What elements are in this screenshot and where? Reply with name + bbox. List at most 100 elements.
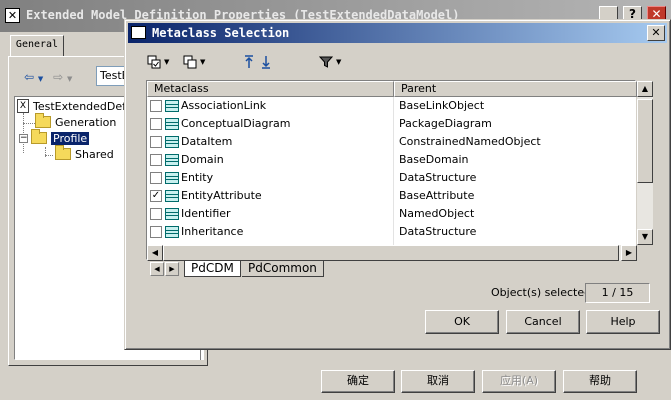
move-to-top-icon bbox=[245, 55, 253, 68]
list-item[interactable]: Identifier NamedObject bbox=[147, 205, 637, 223]
window-app-icon: ✕ bbox=[5, 8, 20, 23]
row-checkbox[interactable] bbox=[150, 136, 162, 148]
list-item[interactable]: Domain BaseDomain bbox=[147, 151, 637, 169]
parent-name: NamedObject bbox=[399, 207, 475, 220]
help-button-cn[interactable]: 帮助 bbox=[563, 370, 637, 393]
tree-item-profile[interactable]: − Profile bbox=[19, 129, 90, 146]
horizontal-scrollbar[interactable]: ◀ ▶ bbox=[147, 245, 637, 261]
parent-name: ConstrainedNamedObject bbox=[399, 135, 541, 148]
metaclass-icon bbox=[165, 154, 179, 166]
tree-item-shared[interactable]: Shared bbox=[55, 145, 114, 162]
tree-item-generation[interactable]: Generation bbox=[35, 113, 116, 130]
parent-name: BaseDomain bbox=[399, 153, 469, 166]
tab-prev-icon[interactable]: ◀ bbox=[150, 262, 164, 276]
tab-pdcdm[interactable]: PdCDM bbox=[184, 261, 241, 277]
row-checkbox[interactable] bbox=[150, 154, 162, 166]
move-bottom-tool[interactable] bbox=[260, 53, 272, 71]
forward-arrow-icon[interactable]: ⇨ bbox=[53, 70, 63, 84]
tree-item-root[interactable]: X TestExtendedDefi bbox=[17, 98, 129, 114]
metaclass-name: Domain bbox=[181, 153, 224, 166]
metaclass-name: ConceptualDiagram bbox=[181, 117, 291, 130]
tab-general[interactable]: General bbox=[10, 35, 64, 57]
scroll-up-icon[interactable]: ▲ bbox=[637, 81, 653, 97]
collapse-icon[interactable]: − bbox=[19, 133, 28, 143]
scroll-left-icon[interactable]: ◀ bbox=[147, 245, 163, 261]
move-to-bottom-icon bbox=[262, 56, 270, 69]
cancel-button-cn[interactable]: 取消 bbox=[401, 370, 475, 393]
metaclass-icon bbox=[165, 172, 179, 184]
folder-icon bbox=[35, 113, 51, 128]
list-item[interactable]: Entity DataStructure bbox=[147, 169, 637, 187]
dropdown-arrow-icon[interactable]: ▼ bbox=[200, 58, 205, 66]
back-arrow-icon[interactable]: ⇦ bbox=[24, 70, 34, 84]
list-item[interactable]: AssociationLink BaseLinkObject bbox=[147, 97, 637, 115]
folder-open-icon bbox=[31, 129, 47, 144]
back-dropdown-icon[interactable]: ▼ bbox=[38, 75, 43, 83]
dropdown-arrow-icon[interactable]: ▼ bbox=[164, 58, 169, 66]
filter-tool[interactable]: ▼ bbox=[319, 53, 341, 71]
metaclass-icon bbox=[165, 226, 179, 238]
model-icon: X bbox=[17, 99, 29, 113]
forward-dropdown-icon[interactable]: ▼ bbox=[67, 75, 72, 83]
metaclass-name: EntityAttribute bbox=[181, 189, 262, 202]
metaclass-name: Entity bbox=[181, 171, 214, 184]
folder-icon bbox=[55, 145, 71, 160]
filter-icon bbox=[319, 56, 333, 68]
scroll-down-icon[interactable]: ▼ bbox=[637, 229, 653, 245]
parent-name: DataStructure bbox=[399, 225, 477, 238]
h-scroll-thumb[interactable] bbox=[163, 245, 619, 261]
scroll-right-icon[interactable]: ▶ bbox=[621, 245, 637, 261]
cancel-button[interactable]: Cancel bbox=[506, 310, 580, 334]
help-button[interactable]: Help bbox=[586, 310, 660, 334]
deselect-all-tool[interactable]: ▼ bbox=[183, 53, 205, 71]
library-tabs: ◀ ▶ PdCDM PdCommon bbox=[146, 261, 636, 279]
metaclass-name: AssociationLink bbox=[181, 99, 267, 112]
deselect-all-icon bbox=[183, 55, 197, 69]
metaclass-icon bbox=[165, 208, 179, 220]
tab-pdcommon[interactable]: PdCommon bbox=[242, 261, 324, 277]
row-checkbox[interactable] bbox=[150, 118, 162, 130]
list-item[interactable]: ConceptualDiagram PackageDiagram bbox=[147, 115, 637, 133]
apply-button-cn[interactable]: 应用(A) bbox=[482, 370, 556, 393]
content-divider bbox=[200, 350, 202, 360]
select-all-icon bbox=[147, 55, 161, 69]
dialog-close-button[interactable]: ✕ bbox=[647, 25, 665, 41]
list-item[interactable]: Inheritance DataStructure bbox=[147, 223, 637, 241]
parent-name: PackageDiagram bbox=[399, 117, 492, 130]
row-checkbox[interactable] bbox=[150, 172, 162, 184]
ok-button-cn[interactable]: 确定 bbox=[321, 370, 395, 393]
move-top-tool[interactable] bbox=[243, 53, 255, 71]
dialog-title: Metaclass Selection bbox=[152, 26, 290, 40]
parent-name: BaseLinkObject bbox=[399, 99, 485, 112]
parent-name: BaseAttribute bbox=[399, 189, 475, 202]
scroll-thumb[interactable] bbox=[637, 99, 653, 183]
metaclass-icon bbox=[165, 190, 179, 202]
column-header-parent[interactable]: Parent bbox=[394, 81, 637, 97]
list-body: AssociationLink BaseLinkObject ConceptualD… bbox=[147, 97, 637, 245]
dialog-titlebar[interactable]: Metaclass Selection ✕ bbox=[128, 23, 667, 43]
selection-count-label: Object(s) selected: bbox=[491, 286, 595, 299]
column-header-metaclass[interactable]: Metaclass bbox=[147, 81, 394, 97]
row-checkbox[interactable]: ✓ bbox=[150, 190, 162, 202]
list-item[interactable]: ✓ EntityAttribute BaseAttribute bbox=[147, 187, 637, 205]
metaclass-list[interactable]: Metaclass Parent AssociationLink BaseLink… bbox=[146, 80, 653, 261]
row-checkbox[interactable] bbox=[150, 100, 162, 112]
row-checkbox[interactable] bbox=[150, 208, 162, 220]
select-all-tool[interactable]: ▼ bbox=[147, 53, 169, 71]
dialog-toolbar: ▼ ▼ ▼ bbox=[147, 53, 367, 73]
metaclass-name: Inheritance bbox=[181, 225, 244, 238]
dialog-window-icon bbox=[131, 26, 146, 39]
dropdown-arrow-icon[interactable]: ▼ bbox=[336, 58, 341, 66]
tab-next-icon[interactable]: ▶ bbox=[165, 262, 179, 276]
selection-count-value: 1 / 15 bbox=[585, 283, 650, 303]
metaclass-name: DataItem bbox=[181, 135, 233, 148]
parent-name: DataStructure bbox=[399, 171, 477, 184]
metaclass-name: Identifier bbox=[181, 207, 231, 220]
metaclass-selection-dialog: Metaclass Selection ✕ ▼ ▼ ▼ Metaclass Pa… bbox=[124, 19, 671, 350]
metaclass-icon bbox=[165, 136, 179, 148]
list-item[interactable]: DataItem ConstrainedNamedObject bbox=[147, 133, 637, 151]
vertical-scrollbar[interactable]: ▲ ▼ bbox=[637, 81, 653, 245]
nav-toolbar: ⇦ ▼ ⇨ ▼ bbox=[24, 70, 72, 84]
ok-button[interactable]: OK bbox=[425, 310, 499, 334]
row-checkbox[interactable] bbox=[150, 226, 162, 238]
